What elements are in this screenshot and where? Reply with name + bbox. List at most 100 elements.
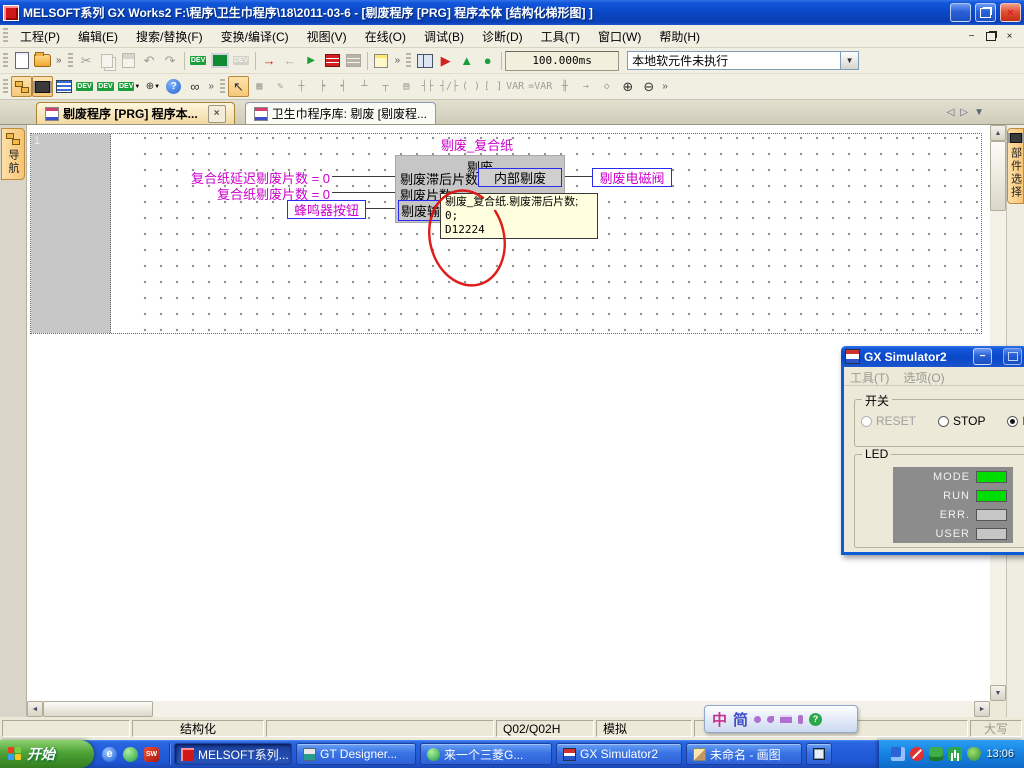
monitor-pause-button[interactable] [343, 50, 364, 71]
scroll-right-button[interactable]: ► [974, 701, 990, 717]
toolbar-grip[interactable] [3, 53, 8, 69]
ie-quicklaunch-icon[interactable]: e [102, 747, 117, 762]
navigation-window-toggle[interactable] [11, 76, 32, 97]
menu-view[interactable]: 视图(V) [298, 25, 356, 48]
language-bar-button[interactable] [806, 743, 832, 765]
function-block-button[interactable]: [ ] [482, 76, 504, 97]
undo-button[interactable]: ↶ [139, 50, 160, 71]
navigation-dock-tab[interactable]: 导航 [1, 128, 25, 180]
mute-tray-icon[interactable] [910, 747, 924, 761]
vertical-line-button[interactable]: ╫ [554, 76, 575, 97]
open-contact-button[interactable]: ┤├ [417, 76, 438, 97]
rung-insert-button[interactable]: ┝ [312, 76, 333, 97]
menu-window[interactable]: 窗口(W) [589, 25, 650, 48]
circuit-trace-button[interactable] [414, 50, 435, 71]
write-to-plc-button[interactable]: ← [280, 50, 301, 71]
tab-prev-button[interactable]: ◁ [947, 107, 955, 118]
guided-edit-button[interactable]: ✎ [270, 76, 291, 97]
simulator-menu-options[interactable]: 选项(O) [903, 369, 944, 383]
device-test-button[interactable]: DEV [231, 50, 252, 71]
closed-contact-button[interactable]: ┤/├ [438, 76, 460, 97]
tab-close-button[interactable]: × [208, 105, 226, 123]
device-execution-combo[interactable]: 本地软元件未执行 ▼ [627, 51, 859, 70]
menu-grip[interactable] [3, 28, 8, 44]
redo-button[interactable]: ↷ [160, 50, 181, 71]
simulator-minimize-button[interactable]: − [973, 348, 992, 365]
open-project-button[interactable] [32, 50, 53, 71]
ime-simplified-button[interactable]: 简 [733, 709, 748, 730]
menu-tools[interactable]: 工具(T) [532, 25, 589, 48]
menu-help[interactable]: 帮助(H) [650, 25, 709, 48]
device-display-button[interactable]: DEV▼ [116, 76, 142, 97]
start-button[interactable]: 开始 [0, 740, 94, 768]
ime-language-bar[interactable]: 中 简 ? [704, 705, 858, 733]
select-mode-button[interactable]: ↖ [228, 76, 249, 97]
read-from-plc-button[interactable]: → [259, 50, 280, 71]
network-tray-icon[interactable] [891, 747, 905, 761]
part-selection-dock-tab[interactable]: 部件选择 [1007, 128, 1024, 204]
ime-tools-icon[interactable] [798, 715, 803, 724]
tab-next-button[interactable]: ▷ [960, 107, 968, 118]
toolbar-overflow-chevron[interactable]: » [659, 81, 671, 92]
antivirus-tray-icon[interactable] [948, 747, 962, 761]
mdi-restore-button[interactable] [982, 29, 999, 44]
vertical-scroll-thumb[interactable] [990, 141, 1006, 211]
new-project-button[interactable] [11, 50, 32, 71]
value-monitor-button[interactable]: ⊕▼ [142, 76, 163, 97]
simulation-start-button[interactable]: ▶ [435, 50, 456, 71]
tab-program-body[interactable]: 剔废程序 [PRG] 程序本... × [36, 102, 235, 124]
restore-button[interactable] [975, 3, 996, 22]
info-check-button[interactable]: ● [477, 50, 498, 71]
combo-dropdown-button[interactable]: ▼ [840, 52, 858, 69]
ladder-branch-button[interactable]: ┼ [291, 76, 312, 97]
gx-simulator2-window[interactable]: GX Simulator2 − 工具(T) 选项(O) 开关 RESET STO… [841, 346, 1024, 555]
jump-button[interactable]: → [575, 76, 596, 97]
solidworks-quicklaunch-icon[interactable]: SW [144, 747, 159, 762]
simulator-maximize-button[interactable] [1003, 348, 1022, 365]
input-variable-button[interactable]: VAR [504, 76, 526, 97]
toolbar-overflow-chevron[interactable]: » [53, 55, 65, 66]
device-find-button[interactable]: DEV [74, 76, 95, 97]
function-block-selection-toggle[interactable] [32, 76, 53, 97]
taskbar-button-gt-designer[interactable]: GT Designer... [296, 743, 416, 765]
toolbar-overflow-chevron[interactable]: » [392, 55, 404, 66]
paste-button[interactable] [118, 50, 139, 71]
toolbar-overflow-chevron[interactable]: » [205, 81, 217, 92]
ime-help-button[interactable]: ? [809, 713, 822, 726]
output-variable-button[interactable]: =VAR [526, 76, 554, 97]
menu-compile[interactable]: 变换/编译(C) [212, 25, 298, 48]
coil-button[interactable]: ( ) [460, 76, 482, 97]
ime-fullwidth-icon[interactable] [767, 716, 774, 723]
rung-number-block[interactable]: 1 [31, 134, 111, 333]
fb-instance-name[interactable]: 剔废_复合纸 [397, 135, 557, 154]
interlink-mode-button[interactable]: ▦ [249, 76, 270, 97]
scan-time-field[interactable]: 100.000ms [505, 51, 619, 71]
scroll-left-button[interactable]: ◄ [27, 701, 43, 717]
inline-st-button[interactable]: ▤ [396, 76, 417, 97]
toolbar-grip[interactable] [3, 79, 8, 95]
radio-stop[interactable]: STOP [938, 414, 985, 428]
scroll-up-button[interactable]: ▲ [990, 125, 1006, 141]
browser-quicklaunch-icon[interactable] [123, 747, 138, 762]
row-delete-button[interactable]: ┬ [375, 76, 396, 97]
toolbar-grip[interactable] [220, 79, 225, 95]
simulator-title-bar[interactable]: GX Simulator2 [841, 346, 1024, 367]
zoom-in-button[interactable]: ⊕ [617, 76, 638, 97]
device-monitor-button[interactable] [209, 50, 231, 71]
mdi-close-button[interactable]: × [1001, 29, 1018, 44]
fb-output-internal-reject[interactable]: 内部剔废 [478, 168, 562, 187]
shield-tray-icon[interactable] [967, 747, 981, 761]
row-insert-button[interactable]: ┴ [354, 76, 375, 97]
zoom-out-button[interactable]: ⊖ [638, 76, 659, 97]
monitor-start-button[interactable]: ▶ [301, 50, 322, 71]
menu-online[interactable]: 在线(O) [356, 25, 415, 48]
tab-list-button[interactable]: ▼ [974, 107, 984, 118]
menu-edit[interactable]: 编辑(E) [69, 25, 127, 48]
monitor-stop-button[interactable] [322, 50, 343, 71]
menu-debug[interactable]: 调试(B) [415, 25, 473, 48]
ime-softkeyboard-icon[interactable] [780, 715, 792, 723]
taskbar-button-paint[interactable]: 未命名 - 画图 [686, 743, 802, 765]
error-check-button[interactable]: ▲ [456, 50, 477, 71]
horizontal-scroll-thumb[interactable] [43, 701, 153, 717]
operand-buzzer-button[interactable]: 蜂鸣器按钮 [287, 200, 366, 219]
